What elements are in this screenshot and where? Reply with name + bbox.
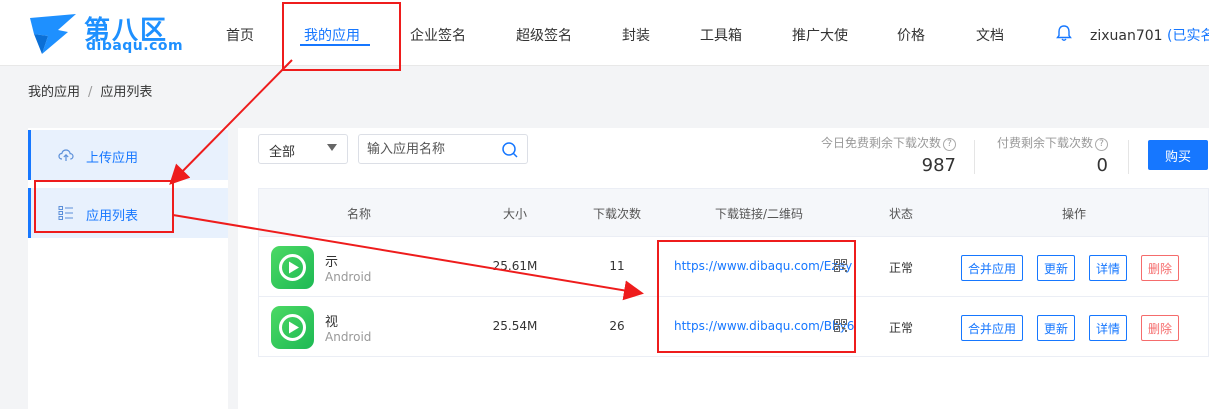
nav-active-underline bbox=[300, 44, 370, 46]
paid-downloads-stat: 付费剩余下载次数? 0 bbox=[978, 134, 1108, 176]
breadcrumb: 我的应用 / 应用列表 bbox=[28, 81, 152, 100]
merge-app-button[interactable]: 合并应用 bbox=[961, 315, 1024, 341]
column-header-name: 名称 bbox=[346, 207, 372, 221]
list-icon bbox=[58, 206, 73, 220]
search-box bbox=[358, 134, 528, 164]
column-header-size: 大小 bbox=[502, 207, 528, 221]
download-link[interactable]: https://www.dibaqu.com/Ezey bbox=[674, 259, 852, 273]
app-platform: Android bbox=[325, 270, 372, 284]
app-downloads: 11 bbox=[609, 259, 625, 273]
nav-enterprise-sign[interactable]: 企业签名 bbox=[410, 25, 466, 45]
caret-down-icon bbox=[327, 144, 337, 151]
download-link[interactable]: https://www.dibaqu.com/Bby6 bbox=[674, 319, 854, 333]
breadcrumb-separator: / bbox=[88, 85, 93, 100]
nav-package[interactable]: 封装 bbox=[622, 25, 650, 45]
platform-select-value: 全部 bbox=[269, 145, 296, 160]
nav-super-sign[interactable]: 超级签名 bbox=[516, 25, 572, 45]
table-row: 视 Android 25.54M 26 https://www.dibaqu.c… bbox=[259, 297, 1208, 357]
logo-text-en: dibaqu.com bbox=[86, 38, 184, 54]
column-header-link: 下载链接/二维码 bbox=[714, 207, 804, 221]
update-button[interactable]: 更新 bbox=[1037, 255, 1076, 281]
app-status: 正常 bbox=[888, 261, 914, 275]
merge-app-button[interactable]: 合并应用 bbox=[961, 255, 1024, 281]
app-table: 名称 大小 下载次数 下载链接/二维码 状态 操作 示 Android 25.6… bbox=[258, 188, 1209, 357]
search-icon[interactable] bbox=[501, 141, 519, 159]
buy-button[interactable]: 购买 bbox=[1148, 140, 1208, 170]
nav-my-apps[interactable]: 我的应用 bbox=[304, 25, 360, 45]
app-size: 25.54M bbox=[492, 319, 538, 333]
nav-home[interactable]: 首页 bbox=[226, 25, 254, 45]
qr-code-icon[interactable] bbox=[834, 259, 847, 272]
column-header-actions: 操作 bbox=[1061, 207, 1087, 221]
table-row: 示 Android 25.61M 11 https://www.dibaqu.c… bbox=[259, 237, 1208, 297]
platform-select[interactable]: 全部 bbox=[258, 134, 348, 164]
stat-divider bbox=[974, 140, 975, 174]
play-icon bbox=[279, 314, 306, 341]
sidebar: 上传应用 应用列表 bbox=[28, 128, 228, 409]
help-icon[interactable]: ? bbox=[1095, 138, 1108, 151]
app-platform: Android bbox=[325, 330, 372, 344]
app-list-panel: 全部 今日免费剩余下载次数? 987 付费剩余下载次数? 0 购买 名称 大小 … bbox=[238, 128, 1209, 409]
stat-divider bbox=[1128, 140, 1129, 174]
app-status: 正常 bbox=[888, 321, 914, 335]
detail-button[interactable]: 详情 bbox=[1089, 255, 1128, 281]
breadcrumb-current: 应用列表 bbox=[100, 85, 153, 100]
table-header: 名称 大小 下载次数 下载链接/二维码 状态 操作 bbox=[259, 189, 1208, 237]
app-downloads: 26 bbox=[609, 319, 625, 333]
user-verified-status: (已实名) bbox=[1167, 28, 1209, 44]
app-name: 示 bbox=[325, 255, 339, 270]
delete-button[interactable]: 删除 bbox=[1141, 255, 1180, 281]
play-icon bbox=[279, 254, 306, 281]
user-account[interactable]: zixuan701 (已实名) bbox=[1090, 25, 1209, 45]
user-name: zixuan701 bbox=[1090, 28, 1163, 44]
sidebar-item-label: 应用列表 bbox=[86, 209, 139, 224]
breadcrumb-root[interactable]: 我的应用 bbox=[28, 85, 80, 100]
cloud-upload-icon bbox=[58, 149, 74, 161]
free-downloads-stat: 今日免费剩余下载次数? 987 bbox=[816, 134, 956, 176]
nav-promoter[interactable]: 推广大使 bbox=[792, 25, 848, 45]
paid-downloads-label: 付费剩余下载次数 bbox=[996, 136, 1093, 150]
detail-button[interactable]: 详情 bbox=[1089, 315, 1128, 341]
qr-code-icon[interactable] bbox=[834, 319, 847, 332]
help-icon[interactable]: ? bbox=[943, 138, 956, 151]
nav-price[interactable]: 价格 bbox=[897, 25, 925, 45]
search-input[interactable] bbox=[367, 139, 497, 159]
site-logo[interactable]: 第八区 dibaqu.com bbox=[28, 10, 183, 56]
nav-toolbox[interactable]: 工具箱 bbox=[700, 25, 742, 45]
delete-button[interactable]: 删除 bbox=[1141, 315, 1180, 341]
free-downloads-value: 987 bbox=[921, 155, 956, 176]
update-button[interactable]: 更新 bbox=[1037, 315, 1076, 341]
app-icon[interactable] bbox=[271, 306, 314, 349]
bell-icon[interactable] bbox=[1055, 24, 1073, 42]
sidebar-item-label: 上传应用 bbox=[86, 151, 139, 166]
sidebar-item-upload[interactable]: 上传应用 bbox=[28, 130, 228, 180]
app-icon[interactable] bbox=[271, 246, 314, 289]
logo-bird-icon bbox=[30, 14, 76, 54]
nav-docs[interactable]: 文档 bbox=[976, 25, 1004, 45]
top-header: 第八区 dibaqu.com 首页 我的应用 企业签名 超级签名 封装 工具箱 … bbox=[0, 0, 1209, 66]
free-downloads-label: 今日免费剩余下载次数 bbox=[820, 136, 941, 150]
sidebar-item-app-list[interactable]: 应用列表 bbox=[28, 188, 228, 238]
app-size: 25.61M bbox=[492, 259, 538, 273]
column-header-status: 状态 bbox=[888, 207, 914, 221]
paid-downloads-value: 0 bbox=[1096, 155, 1108, 176]
app-name: 视 bbox=[325, 315, 339, 330]
column-header-downloads: 下载次数 bbox=[592, 207, 642, 221]
